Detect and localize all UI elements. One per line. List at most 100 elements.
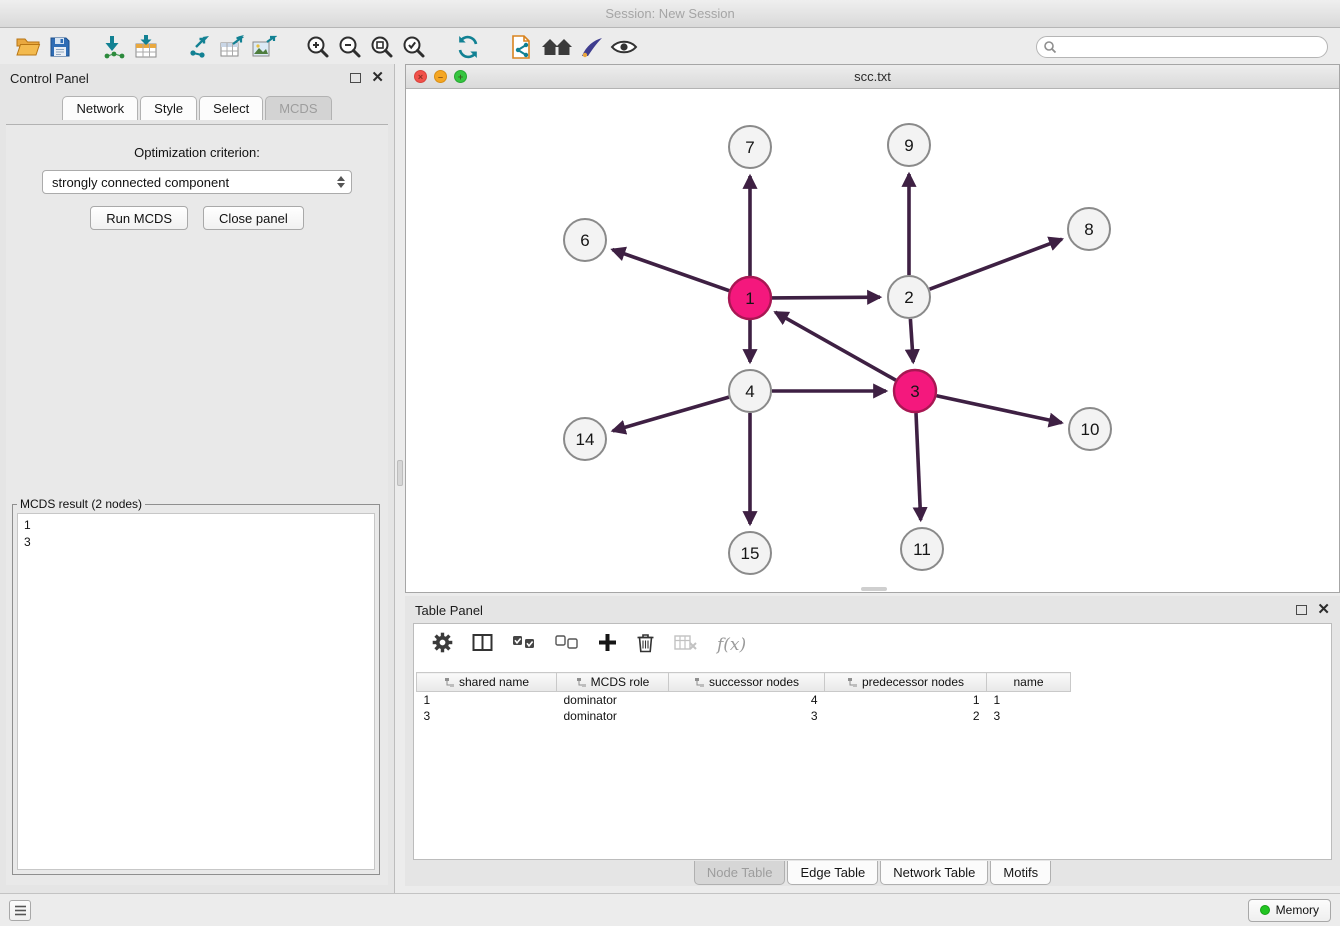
table-row[interactable]: 1 dominator 4 1 1 [417,692,1071,708]
status-bar: Memory [0,893,1340,926]
close-panel-icon[interactable]: ✕ [371,73,384,83]
eye-icon[interactable] [608,32,640,62]
window-controls: × – + [414,70,467,83]
run-mcds-button[interactable]: Run MCDS [90,206,188,230]
node-table: shared name MCDS role successor nodes pr… [416,672,1071,724]
tab-motifs[interactable]: Motifs [990,861,1051,885]
tab-edge-table[interactable]: Edge Table [787,861,878,885]
column-header-mcds-role[interactable]: MCDS role [557,673,669,692]
graph-edge-3-1[interactable] [775,312,896,380]
graph-node-label: 6 [580,231,589,250]
canvas-scroll-grip[interactable] [861,587,887,591]
mcds-result-title: MCDS result (2 nodes) [17,497,145,511]
graph-edge-2-8[interactable] [930,239,1062,289]
network-window-titlebar: scc.txt × – + [406,65,1339,89]
graph-edge-1-2[interactable] [772,297,880,298]
select-all-icon[interactable] [512,635,536,655]
task-history-button[interactable] [9,900,31,921]
control-panel: Control Panel ✕ Network Style Select MCD… [0,64,395,893]
gear-icon[interactable] [432,632,453,658]
zoom-in-icon[interactable] [302,32,334,62]
memory-button[interactable]: Memory [1248,899,1331,922]
graph-edge-4-14[interactable] [613,397,729,431]
save-icon[interactable] [44,32,76,62]
table-toolbar: f(x) [414,624,1331,666]
application-window: Session: New Session [0,0,1340,926]
graph-edge-3-11[interactable] [916,413,921,520]
mcds-result-box: MCDS result (2 nodes) 1 3 [12,497,380,875]
float-table-panel-icon[interactable] [1296,605,1307,615]
criterion-dropdown[interactable]: strongly connected component [42,170,352,194]
window-titlebar: Session: New Session [0,0,1340,28]
zoom-fit-icon[interactable] [366,32,398,62]
column-header-name[interactable]: name [987,673,1071,692]
import-table-icon[interactable] [130,32,162,62]
network-view-window: scc.txt × – + 7968124310141511 [405,64,1340,593]
tab-select[interactable]: Select [199,96,263,120]
zoom-out-icon[interactable] [334,32,366,62]
minimize-window-icon[interactable]: – [434,70,447,83]
show-columns-icon[interactable] [472,633,493,657]
float-panel-icon[interactable] [350,73,361,83]
mcds-result-list[interactable]: 1 3 [17,513,375,870]
graph-edge-3-10[interactable] [937,396,1062,423]
graph-node-label: 8 [1084,220,1093,239]
control-panel-tabs: Network Style Select MCDS [0,96,394,120]
control-panel-title: Control Panel [10,71,89,86]
close-panel-button[interactable]: Close panel [203,206,304,230]
close-table-panel-icon[interactable]: ✕ [1317,605,1330,615]
home-icon[interactable] [538,32,576,62]
export-image-icon[interactable] [248,32,280,62]
column-header-successor-nodes[interactable]: successor nodes [669,673,825,692]
table-panel-header: Table Panel ✕ [405,596,1340,624]
optimization-criterion-label: Optimization criterion: [6,145,388,160]
share-document-icon[interactable] [506,32,538,62]
graph-node-label: 3 [910,382,919,401]
tab-node-table[interactable]: Node Table [694,861,786,885]
column-header-predecessor-nodes[interactable]: predecessor nodes [825,673,987,692]
network-canvas[interactable]: 7968124310141511 [406,89,1339,592]
add-row-icon[interactable] [598,633,617,657]
graph-node-label: 7 [745,138,754,157]
search-input[interactable] [1036,36,1328,58]
refresh-icon[interactable] [452,32,484,62]
function-builder-icon[interactable]: f(x) [717,635,746,655]
open-folder-icon[interactable] [12,32,44,62]
zoom-selected-icon[interactable] [398,32,430,62]
mcds-result-item: 3 [24,534,368,551]
panel-divider-grip[interactable] [397,460,403,486]
table-row[interactable]: 3 dominator 3 2 3 [417,708,1071,724]
tab-network-table[interactable]: Network Table [880,861,988,885]
dropdown-stepper-icon [337,176,345,188]
control-panel-header: Control Panel ✕ [0,64,394,92]
tab-style[interactable]: Style [140,96,197,120]
mcds-tab-content: Optimization criterion: strongly connect… [6,124,388,885]
table-panel-tabs: Node Table Edge Table Network Table Moti… [405,861,1340,885]
mcds-result-item: 1 [24,517,368,534]
column-header-shared-name[interactable]: shared name [417,673,557,692]
graph-node-label: 15 [741,544,760,563]
paint-icon[interactable] [576,32,608,62]
graph-node-label: 4 [745,382,754,401]
deselect-all-icon[interactable] [555,635,579,655]
tab-mcds[interactable]: MCDS [265,96,331,120]
export-network-icon[interactable] [184,32,216,62]
import-network-icon[interactable] [98,32,130,62]
search-field-wrap [1036,36,1328,58]
export-table-icon[interactable] [216,32,248,62]
network-graph: 7968124310141511 [406,89,1339,592]
main-toolbar [0,28,1340,65]
trash-icon[interactable] [636,632,655,658]
delete-column-icon[interactable] [674,634,698,656]
graph-edge-1-6[interactable] [612,250,729,291]
table-panel-title: Table Panel [415,603,483,618]
close-window-icon[interactable]: × [414,70,427,83]
graph-node-label: 11 [913,540,931,559]
tab-network[interactable]: Network [62,96,138,120]
graph-edge-2-3[interactable] [910,319,913,362]
graph-node-label: 9 [904,136,913,155]
memory-status-icon [1260,905,1270,915]
maximize-window-icon[interactable]: + [454,70,467,83]
network-window-title: scc.txt [406,69,1339,84]
criterion-dropdown-value: strongly connected component [52,175,229,190]
